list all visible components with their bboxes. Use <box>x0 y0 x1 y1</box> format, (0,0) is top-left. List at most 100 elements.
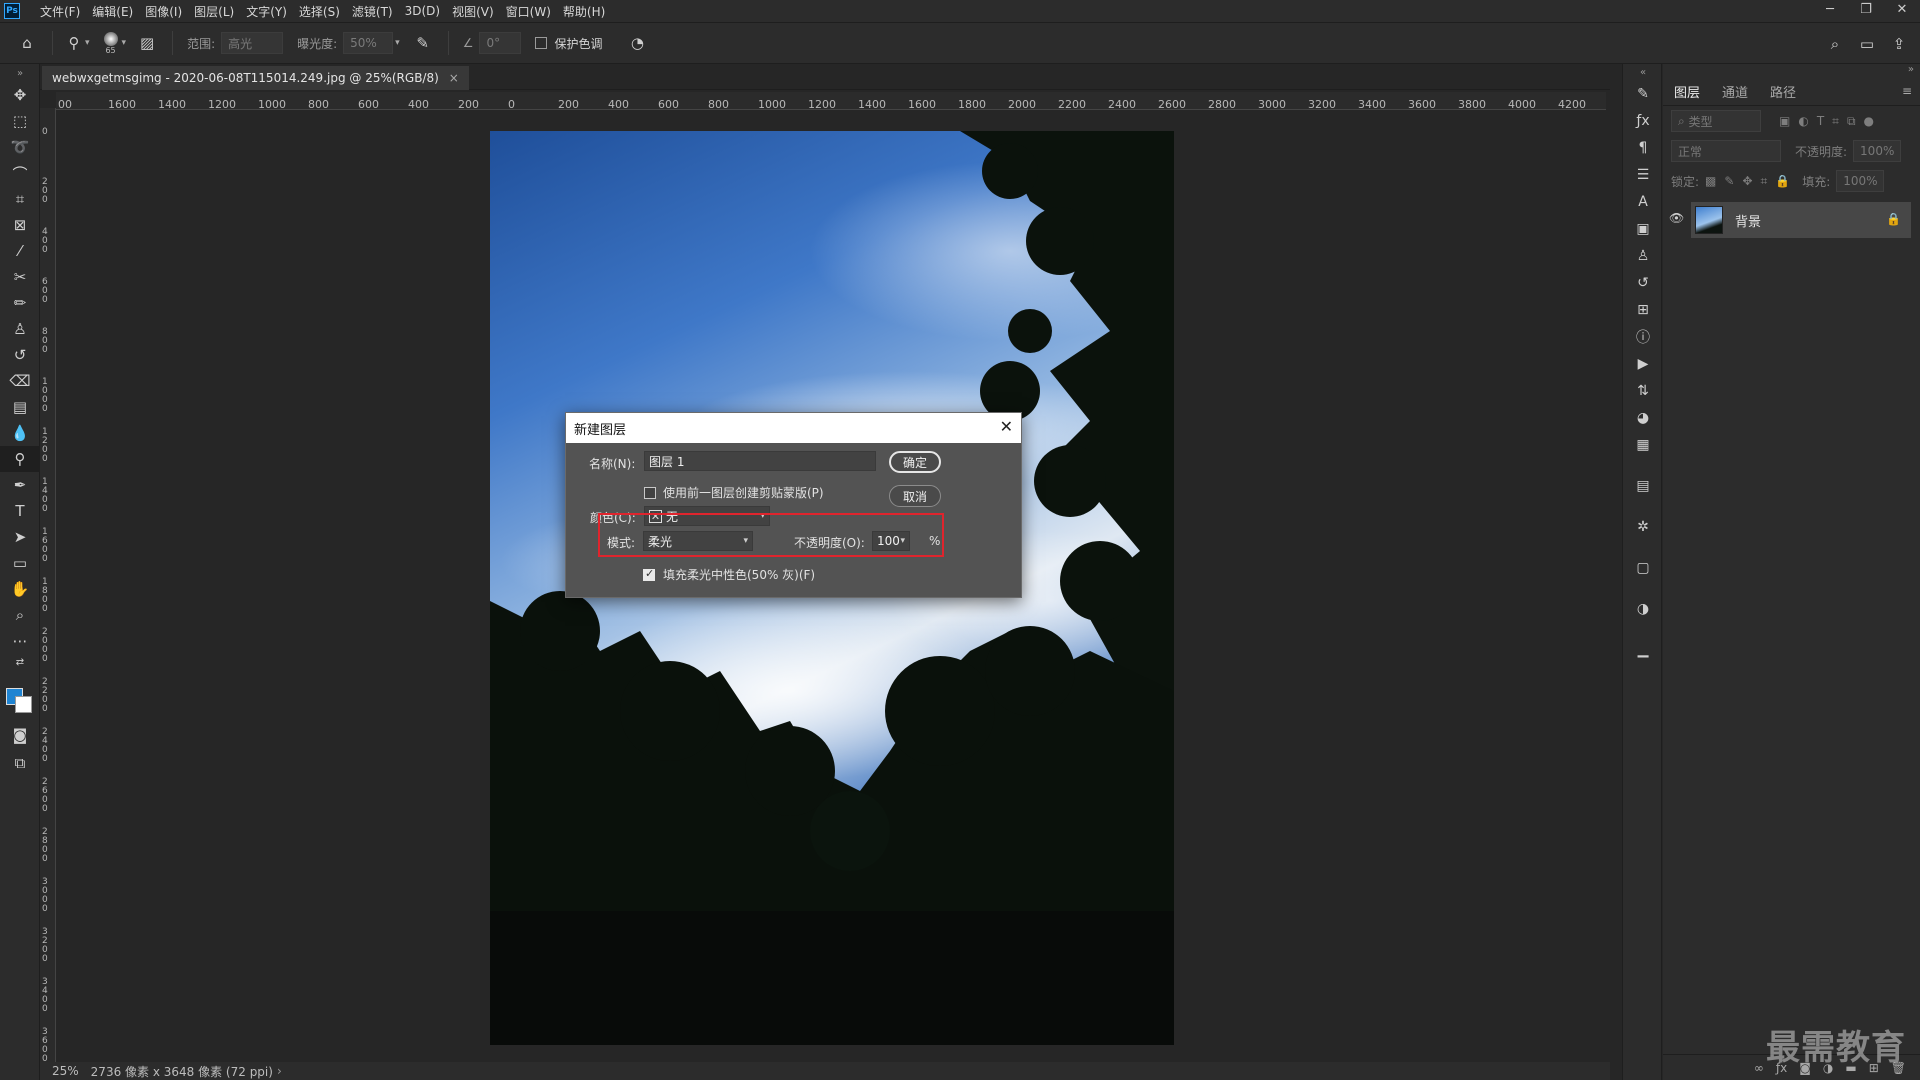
fill-input[interactable]: 100% <box>1836 170 1885 192</box>
filter-type-icon[interactable]: T <box>1817 114 1824 129</box>
hand-tool-icon[interactable]: ✋ <box>0 576 40 602</box>
quick-select-tool-icon[interactable]: ⌒ <box>0 160 40 186</box>
eyedropper-tool-icon[interactable]: ⁄ <box>0 238 40 264</box>
menu-select[interactable]: 选择(S) <box>293 3 346 20</box>
home-icon[interactable]: ⌂ <box>16 32 38 54</box>
workspace-icon[interactable]: ▭ <box>1856 33 1878 55</box>
menu-type[interactable]: 文字(Y) <box>240 3 293 20</box>
channels-panel-icon[interactable]: ⇅ <box>1623 377 1663 404</box>
share-icon[interactable]: ⇪ <box>1888 33 1910 55</box>
collapse-icon[interactable]: » <box>0 64 40 82</box>
background-color-swatch[interactable] <box>15 696 32 713</box>
menu-file[interactable]: 文件(F) <box>34 3 86 20</box>
clipping-mask-checkbox[interactable] <box>644 487 656 499</box>
opacity-input[interactable]: 100 ▾ <box>872 531 910 551</box>
more-tools-icon[interactable]: ⋯ <box>0 628 40 654</box>
pressure-size-icon[interactable]: ◔ <box>626 32 648 54</box>
zoom-tool-icon[interactable]: ⌕ <box>0 602 40 628</box>
tab-layers[interactable]: 图层 <box>1663 82 1711 101</box>
rectangle-tool-icon[interactable]: ▭ <box>0 550 40 576</box>
history-panel-icon[interactable]: ↺ <box>1623 269 1663 296</box>
lock-artboard-icon[interactable]: ⌗ <box>1761 174 1768 189</box>
adjustments-panel-icon[interactable]: ☰ <box>1623 161 1663 188</box>
menu-edit[interactable]: 编辑(E) <box>86 3 139 20</box>
exposure-input[interactable]: 50% <box>343 32 394 54</box>
protect-tones-checkbox[interactable] <box>535 37 548 49</box>
layer-name-input[interactable]: 图层 1 <box>644 451 876 471</box>
filter-toggle-icon[interactable]: ● <box>1864 114 1874 129</box>
history-brush-tool-icon[interactable]: ↺ <box>0 342 40 368</box>
filter-pixel-icon[interactable]: ▣ <box>1779 114 1790 129</box>
chevron-right-icon[interactable]: › <box>277 1064 282 1078</box>
blur-tool-icon[interactable]: 💧 <box>0 420 40 446</box>
tab-paths[interactable]: 路径 <box>1759 82 1807 101</box>
timeline-panel-icon[interactable]: ▢ <box>1623 554 1663 581</box>
menu-3d[interactable]: 3D(D) <box>399 4 446 18</box>
brush-tool-icon[interactable]: ✏ <box>0 290 40 316</box>
layer-filter-select[interactable]: ⌕ 类型 <box>1671 110 1761 132</box>
clone-source-panel-icon[interactable]: ♙ <box>1623 242 1663 269</box>
crop-tool-icon[interactable]: ⌗ <box>0 186 40 212</box>
menu-view[interactable]: 视图(V) <box>446 3 500 20</box>
menu-filter[interactable]: 滤镜(T) <box>346 3 399 20</box>
gradient-tool-icon[interactable]: ▤ <box>0 394 40 420</box>
path-select-tool-icon[interactable]: ➤ <box>0 524 40 550</box>
minimize-icon[interactable]: ─ <box>1812 0 1848 22</box>
collapse-panel-icon[interactable]: » <box>1663 64 1920 78</box>
chevron-down-icon[interactable]: ▾ <box>122 38 127 48</box>
3d-panel-icon[interactable]: ✲ <box>1623 513 1663 540</box>
pen-tool-icon[interactable]: ✒ <box>0 472 40 498</box>
swatches-panel-icon[interactable]: ▦ <box>1623 431 1663 458</box>
frame-tool-icon[interactable]: ⊠ <box>0 212 40 238</box>
libraries-panel-icon[interactable]: ⊞ <box>1623 296 1663 323</box>
actions-panel-icon[interactable]: ▶ <box>1623 350 1663 377</box>
range-select[interactable]: 高光 <box>221 32 284 54</box>
brush-preset-picker[interactable]: 65 <box>103 31 118 55</box>
cancel-button[interactable]: 取消 <box>889 485 941 507</box>
search-icon[interactable]: ⌕ <box>1824 33 1846 55</box>
brush-settings-icon[interactable]: ▨ <box>136 32 158 54</box>
styles-panel-icon[interactable]: ƒx <box>1623 107 1663 134</box>
screen-mode-icon[interactable]: ⧉ <box>0 750 40 776</box>
chevron-down-icon[interactable]: ▾ <box>85 38 90 48</box>
type-tool-icon[interactable]: T <box>0 498 40 524</box>
measurement-panel-icon[interactable]: ▁ <box>1623 636 1663 663</box>
quick-mask-icon[interactable]: ◙ <box>0 722 40 748</box>
lock-all-icon[interactable]: 🔒 <box>1775 174 1790 189</box>
eye-icon[interactable]: 👁 <box>1669 211 1684 225</box>
notes-panel-icon[interactable]: ▤ <box>1623 472 1663 499</box>
move-tool-icon[interactable]: ✥ <box>0 82 40 108</box>
healing-tool-icon[interactable]: ✂ <box>0 264 40 290</box>
zoom-level[interactable]: 25% <box>52 1064 79 1078</box>
document-tab[interactable]: webwxgetmsgimg - 2020-06-08T115014.249.j… <box>42 66 469 90</box>
angle-input[interactable]: 0° <box>479 32 522 54</box>
filter-adjust-icon[interactable]: ◐ <box>1798 114 1808 129</box>
lasso-tool-icon[interactable]: ➰ <box>0 134 40 160</box>
character-panel-icon[interactable]: A <box>1623 188 1663 215</box>
opacity-input[interactable]: 100% <box>1853 140 1902 162</box>
swap-colors-icon[interactable]: ⇄ <box>0 654 40 670</box>
document-info[interactable]: 2736 像素 x 3648 像素 (72 ppi) <box>91 1063 273 1080</box>
stamp-tool-icon[interactable]: ♙ <box>0 316 40 342</box>
paragraph-panel-icon[interactable]: ¶ <box>1623 134 1663 161</box>
menu-image[interactable]: 图像(I) <box>139 3 188 20</box>
menu-layer[interactable]: 图层(L) <box>188 3 240 20</box>
dodge-tool-icon[interactable]: ⚲ <box>0 446 40 472</box>
navigator-panel-icon[interactable]: ◑ <box>1623 595 1663 622</box>
marquee-tool-icon[interactable]: ⬚ <box>0 108 40 134</box>
close-tab-icon[interactable]: × <box>449 71 459 85</box>
eraser-tool-icon[interactable]: ⌫ <box>0 368 40 394</box>
close-window-icon[interactable]: ✕ <box>1884 0 1920 22</box>
layer-row[interactable]: 👁 背景 🔒 <box>1669 202 1911 238</box>
restore-icon[interactable]: ❐ <box>1848 0 1884 22</box>
brush-panel-icon[interactable]: ✎ <box>1623 80 1663 107</box>
lock-pixels-icon[interactable]: ✎ <box>1724 174 1734 189</box>
filter-smart-icon[interactable]: ⧉ <box>1847 114 1856 129</box>
mode-select[interactable]: 柔光 ▾ <box>643 531 753 551</box>
blend-mode-select[interactable]: 正常 <box>1671 140 1781 162</box>
expand-panels-icon[interactable]: « <box>1623 64 1663 80</box>
panel-menu-icon[interactable]: ≡ <box>1902 84 1912 98</box>
airbrush-icon[interactable]: ✎ <box>412 32 434 54</box>
tab-channels[interactable]: 通道 <box>1711 82 1759 101</box>
link-layers-icon[interactable]: ∞ <box>1754 1061 1764 1075</box>
